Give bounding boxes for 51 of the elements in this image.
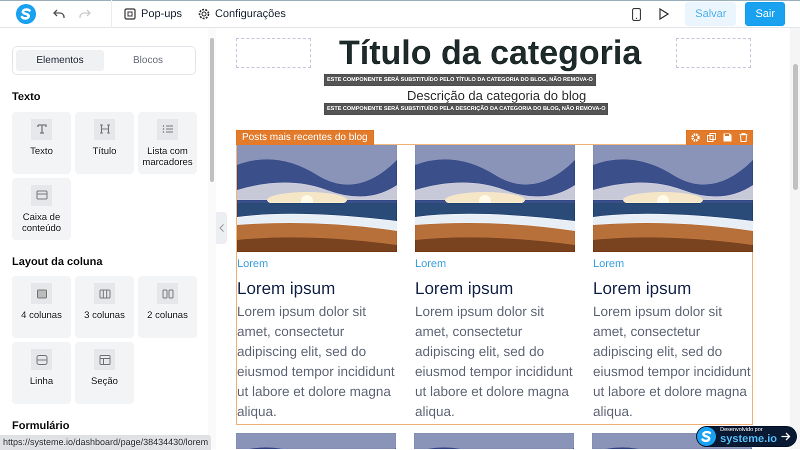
sidebar-tab[interactable]: Blocos [104, 50, 192, 71]
arrow-right-icon [781, 432, 791, 441]
category-description: Descrição da categoria do blog [407, 87, 586, 105]
post-excerpt: Lorem ipsum dolor sit amet, consectetur adipiscing elit, sed do eiusmod tempor incididunt ut labore et dolore magna aliqua. [237, 302, 396, 421]
pop-ups-button[interactable]: Pop-ups [124, 6, 182, 22]
text-icon [36, 123, 48, 135]
element-tile[interactable]: 4 colunas [12, 276, 71, 338]
gear-icon [198, 8, 210, 20]
trash-icon[interactable] [739, 133, 748, 142]
popup-icon [124, 8, 136, 20]
post-excerpt: Lorem ipsum dolor sit amet, consectetur adipiscing elit, sed do eiusmod tempor incididunt ut labore et dolore magna aliqua. [593, 302, 752, 421]
element-tile[interactable]: Título [75, 112, 134, 174]
section-icon [98, 354, 110, 366]
heading-icon [98, 123, 110, 135]
element-tile[interactable]: Lista com marcadores [138, 112, 197, 174]
post-title[interactable]: Lorem ipsum [415, 278, 575, 300]
element-tile[interactable]: 3 colunas [75, 276, 134, 338]
undo-icon[interactable] [53, 9, 65, 19]
collapse-handle[interactable] [216, 212, 227, 244]
post-excerpt: Lorem ipsum dolor sit amet, consectetur adipiscing elit, sed do eiusmod tempor incididunt ut labore et dolore magna aliqua. [415, 302, 574, 421]
settings-button[interactable]: Configurações [198, 6, 286, 22]
copy-icon[interactable] [707, 133, 716, 142]
block-label: Posts mais recentes do blog [236, 130, 374, 145]
sidebar-tab[interactable]: Elementos [16, 50, 104, 71]
gear-icon[interactable] [691, 133, 700, 142]
row-icon [36, 354, 48, 366]
post-title[interactable]: Lorem ipsum [237, 278, 397, 300]
category-title: Título da categoria [339, 36, 642, 70]
badge-brand: systeme.io [720, 434, 777, 445]
element-tile[interactable]: Seção [75, 342, 134, 404]
columns-icon [36, 288, 48, 300]
columns-icon [98, 288, 110, 300]
content-box-icon [36, 189, 48, 201]
element-tile[interactable]: Linha [12, 342, 71, 404]
chevron-left-icon [219, 224, 224, 232]
logo-icon [16, 4, 36, 24]
logo-icon [697, 427, 716, 446]
element-tile[interactable]: Caixa de conteúdo [12, 178, 71, 240]
link-preview-url: https://systeme.io/dashboard/page/38434430/lorem [0, 434, 212, 450]
columns-icon [162, 288, 174, 300]
play-icon[interactable] [659, 8, 670, 20]
section-title: Formulário [12, 419, 70, 434]
list-icon [162, 123, 174, 135]
section-title: Texto [12, 90, 42, 105]
save-icon[interactable] [723, 133, 732, 142]
element-tile[interactable]: Texto [12, 112, 71, 174]
mobile-icon[interactable] [632, 8, 642, 20]
element-tile[interactable]: 2 colunas [138, 276, 197, 338]
section-title: Layout da coluna [12, 254, 104, 270]
redo-icon[interactable] [79, 9, 91, 19]
post-title[interactable]: Lorem ipsum [593, 278, 753, 300]
